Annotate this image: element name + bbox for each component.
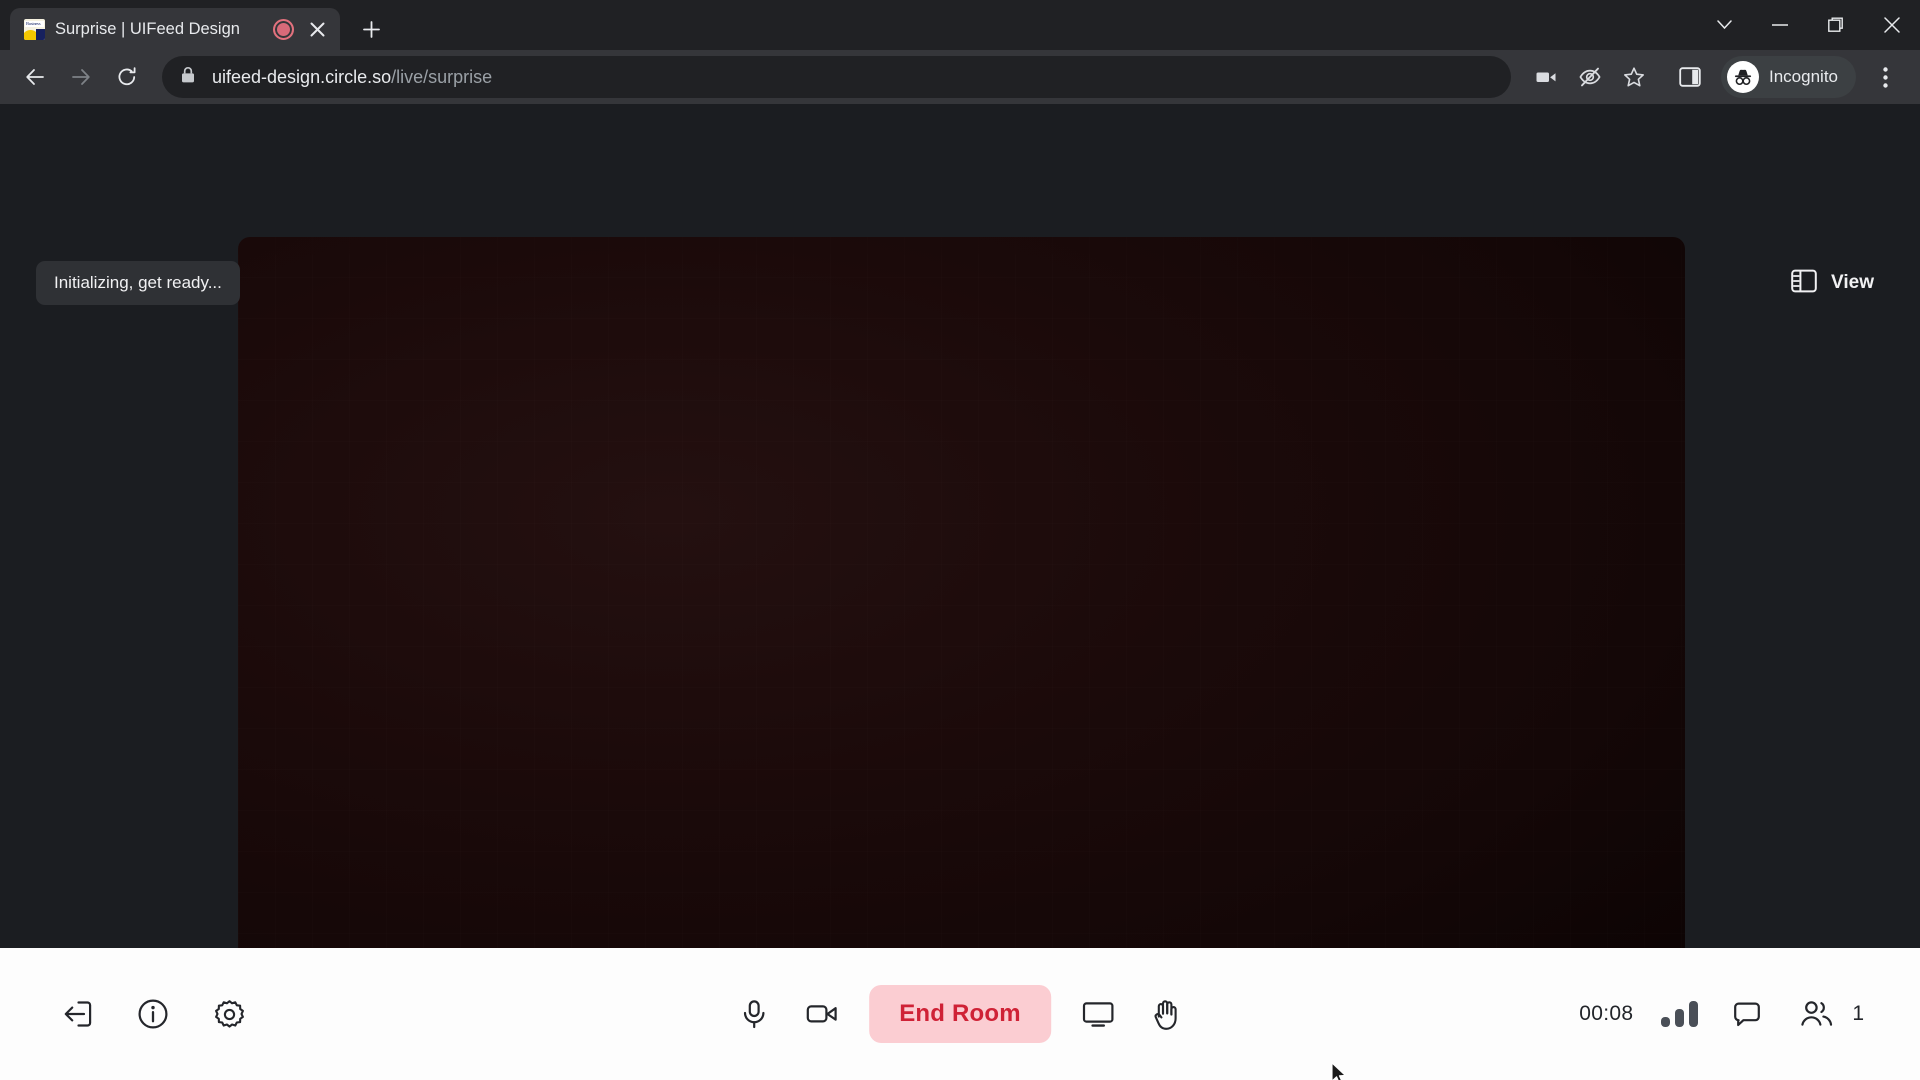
address-bar[interactable]: uifeed-design.circle.so/live/surprise [162,56,1511,98]
end-room-button[interactable]: End Room [869,985,1051,1043]
browser-window: Business Surprise | UIFeed Design uifeed… [0,0,1920,1080]
address-bar-url: uifeed-design.circle.so/live/surprise [212,67,492,88]
url-host: uifeed-design.circle.so [212,66,392,87]
participant-video-tile[interactable]: You [238,237,1685,1035]
control-bar-center: End Room [733,985,1187,1043]
url-path: /live/surprise [391,66,493,87]
tab-strip: Business Surprise | UIFeed Design [0,0,1920,50]
meeting-control-bar: End Room 00:08 1 [0,948,1920,1080]
three-dot-menu-icon[interactable] [1864,56,1906,98]
browser-toolbar: uifeed-design.circle.so/live/surprise In… [0,50,1920,104]
control-bar-right: 00:08 1 [1579,993,1864,1035]
status-toast: Initializing, get ready... [36,261,240,305]
view-button-label: View [1831,272,1874,293]
business-favicon: Business [24,18,45,40]
window-controls [1696,0,1920,50]
video-feed [238,237,1685,1035]
microphone-icon[interactable] [733,993,775,1035]
side-panel-icon[interactable] [1669,56,1711,98]
leave-room-icon[interactable] [56,993,98,1035]
site-secure-lock-icon[interactable] [180,66,196,89]
recording-indicator-icon[interactable] [273,18,294,40]
incognito-avatar [1727,61,1759,93]
favicon-text: Business [26,20,41,26]
browser-tab[interactable]: Business Surprise | UIFeed Design [10,8,340,50]
toolbar-right-actions: Incognito [1525,56,1906,98]
reload-button[interactable] [106,56,148,98]
video-cast-icon[interactable] [1525,56,1567,98]
screen-share-icon[interactable] [1077,993,1119,1035]
profile-incognito-button[interactable]: Incognito [1721,56,1856,98]
page-content: Initializing, get ready... View You [0,104,1920,1080]
maximize-icon[interactable] [1808,3,1864,47]
meeting-timer: 00:08 [1579,1002,1634,1025]
star-icon[interactable] [1613,56,1655,98]
close-window-icon[interactable] [1864,3,1920,47]
back-button[interactable] [14,56,56,98]
control-bar-left [56,993,250,1035]
settings-gear-icon[interactable] [208,993,250,1035]
tab-title: Surprise | UIFeed Design [55,19,240,38]
connection-quality-icon[interactable] [1661,1001,1699,1027]
eye-slash-icon[interactable] [1569,56,1611,98]
participants-count: 1 [1852,1002,1864,1025]
chat-icon[interactable] [1726,993,1768,1035]
tab-search-icon[interactable] [1696,3,1752,47]
info-icon[interactable] [132,993,174,1035]
camera-icon[interactable] [801,993,843,1035]
close-tab-icon[interactable] [304,16,330,42]
profile-label: Incognito [1769,67,1838,86]
participants-icon[interactable] [1796,993,1838,1035]
minimize-icon[interactable] [1752,3,1808,47]
layout-grid-icon [1791,268,1817,299]
view-layout-button[interactable]: View [1791,261,1874,305]
forward-button[interactable] [60,56,102,98]
video-stage: Initializing, get ready... View You [0,104,1920,1035]
status-toast-text: Initializing, get ready... [54,273,222,292]
new-tab-button[interactable] [354,12,388,46]
raise-hand-icon[interactable] [1145,993,1187,1035]
